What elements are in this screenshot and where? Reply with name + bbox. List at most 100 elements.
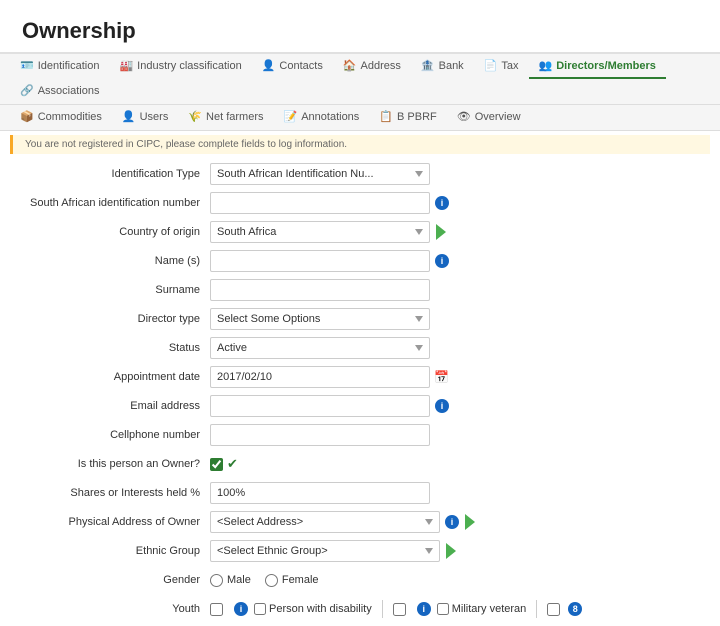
alert-bar: You are not registered in CIPC, please c… — [10, 135, 710, 154]
calendar-icon[interactable]: 📅 — [434, 370, 449, 384]
appointment-row: Appointment date 📅 — [10, 365, 710, 389]
identification-type-row: Identification Type South African Identi… — [10, 162, 710, 186]
youth-divider-2 — [536, 600, 537, 618]
tab-bpbrf[interactable]: 📋 B PBRF — [369, 105, 446, 130]
appointment-label: Appointment date — [10, 371, 210, 383]
page-header: Ownership — [0, 0, 720, 54]
is-owner-checkbox-wrap: ✔ — [210, 456, 238, 472]
youth-checkbox[interactable] — [210, 603, 223, 616]
military-veteran-info-icon[interactable]: i — [417, 602, 431, 616]
email-info-icon[interactable]: i — [435, 399, 449, 413]
surname-label: Surname — [10, 284, 210, 296]
is-owner-row: Is this person an Owner? ✔ — [10, 452, 710, 476]
identification-icon: 🪪 — [20, 59, 34, 72]
physical-address-label: Physical Address of Owner — [10, 516, 210, 528]
tab-annotations[interactable]: 📝 Annotations — [274, 105, 370, 130]
tab-tax[interactable]: 📄 Tax — [474, 54, 529, 79]
gender-female-radio[interactable] — [265, 574, 278, 587]
military-veteran-checkbox-main[interactable] — [393, 603, 406, 616]
youth-divider — [382, 600, 383, 618]
tab-identification[interactable]: 🪪 Identification — [10, 54, 109, 79]
tab-overview[interactable]: 👁 Overview — [447, 105, 531, 130]
gender-female-label[interactable]: Female — [265, 574, 319, 587]
youth-info-icon[interactable]: i — [234, 602, 248, 616]
director-type-row: Director type Select Some Options — [10, 307, 710, 331]
cellphone-input[interactable] — [210, 424, 430, 446]
ethnic-group-label: Ethnic Group — [10, 545, 210, 557]
director-type-select[interactable]: Select Some Options — [210, 308, 430, 330]
status-row: Status Active — [10, 336, 710, 360]
industry-icon: 🏭 — [119, 59, 133, 72]
is-owner-label: Is this person an Owner? — [10, 458, 210, 470]
surname-row: Surname — [10, 278, 710, 302]
tab-industry[interactable]: 🏭 Industry classification — [109, 54, 251, 79]
name-label: Name (s) — [10, 255, 210, 267]
contacts-icon: 👤 — [262, 59, 276, 72]
physical-address-row: Physical Address of Owner <Select Addres… — [10, 510, 710, 534]
associations-icon: 🔗 — [20, 84, 34, 97]
tab-associations[interactable]: 🔗 Associations — [10, 79, 109, 104]
youth-badge: 8 — [568, 602, 582, 616]
tab-commodities[interactable]: 📦 Commodities — [10, 105, 112, 130]
physical-address-info-icon[interactable]: i — [445, 515, 459, 529]
identification-type-select[interactable]: South African Identification Nu... — [210, 163, 430, 185]
country-row: Country of origin South Africa — [10, 220, 710, 244]
gender-male-radio[interactable] — [210, 574, 223, 587]
tab-bank[interactable]: 🏦 Bank — [411, 54, 474, 79]
bank-icon: 🏦 — [421, 59, 435, 72]
shares-input[interactable] — [210, 482, 430, 504]
annotations-icon: 📝 — [284, 110, 298, 123]
tab-net-farmers[interactable]: 🌾 Net farmers — [178, 105, 273, 130]
name-input[interactable] — [210, 250, 430, 272]
email-label: Email address — [10, 400, 210, 412]
email-input[interactable] — [210, 395, 430, 417]
military-veteran-checkbox[interactable] — [437, 603, 449, 615]
ethnic-group-row: Ethnic Group <Select Ethnic Group> — [10, 539, 710, 563]
ethnic-group-arrow — [446, 543, 456, 559]
identification-type-label: Identification Type — [10, 168, 210, 180]
tab-row-1: 🪪 Identification 🏭 Industry classificati… — [0, 54, 720, 105]
physical-address-select[interactable]: <Select Address> — [210, 511, 440, 533]
military-veteran-item[interactable]: Military veteran — [437, 603, 527, 615]
tab-users[interactable]: 👤 Users — [112, 105, 178, 130]
shares-row: Shares or Interests held % — [10, 481, 710, 505]
users-icon: 👤 — [122, 110, 136, 123]
youth-last-checkbox[interactable] — [547, 603, 560, 616]
person-disability-item[interactable]: Person with disability — [254, 603, 372, 615]
name-row: Name (s) i — [10, 249, 710, 273]
country-label: Country of origin — [10, 226, 210, 238]
is-owner-checkbox[interactable] — [210, 458, 223, 471]
bpbrf-icon: 📋 — [379, 110, 393, 123]
tab-contacts[interactable]: 👤 Contacts — [252, 54, 333, 79]
commodities-icon: 📦 — [20, 110, 34, 123]
appointment-input[interactable] — [210, 366, 430, 388]
status-select[interactable]: Active — [210, 337, 430, 359]
overview-icon: 👁 — [457, 110, 471, 123]
sa-id-label: South African identification number — [10, 197, 210, 209]
address-icon: 🏠 — [343, 59, 357, 72]
shares-label: Shares or Interests held % — [10, 487, 210, 499]
checkmark-icon: ✔ — [227, 456, 238, 472]
net-farmers-icon: 🌾 — [188, 110, 202, 123]
gender-label: Gender — [10, 574, 210, 586]
tax-icon: 📄 — [484, 59, 498, 72]
sa-id-input[interactable] — [210, 192, 430, 214]
ethnic-group-select[interactable]: <Select Ethnic Group> — [210, 540, 440, 562]
status-label: Status — [10, 342, 210, 354]
sa-id-info-icon[interactable]: i — [435, 196, 449, 210]
youth-row: Youth i Person with disability i Militar… — [10, 597, 710, 621]
name-info-icon[interactable]: i — [435, 254, 449, 268]
tab-directors[interactable]: 👥 Directors/Members — [529, 54, 666, 79]
country-arrow — [436, 224, 446, 240]
person-disability-checkbox[interactable] — [254, 603, 266, 615]
tab-address[interactable]: 🏠 Address — [333, 54, 411, 79]
cellphone-row: Cellphone number — [10, 423, 710, 447]
surname-input[interactable] — [210, 279, 430, 301]
gender-radio-group: Male Female — [210, 574, 319, 587]
gender-male-label[interactable]: Male — [210, 574, 251, 587]
country-select[interactable]: South Africa — [210, 221, 430, 243]
director-type-label: Director type — [10, 313, 210, 325]
youth-label: Youth — [10, 603, 210, 615]
directors-icon: 👥 — [539, 59, 553, 72]
sa-id-row: South African identification number i — [10, 191, 710, 215]
